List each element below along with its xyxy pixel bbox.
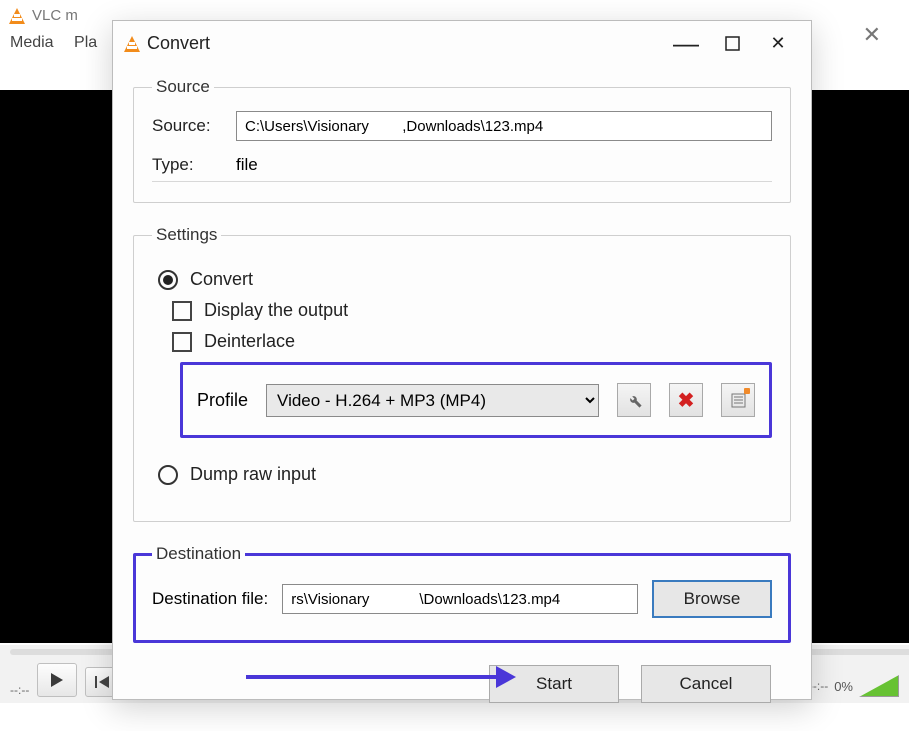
type-label: Type: (152, 155, 222, 175)
destination-legend: Destination (152, 544, 245, 564)
dump-raw-radio[interactable] (158, 465, 178, 485)
destination-input[interactable] (282, 584, 638, 614)
profile-label: Profile (197, 390, 248, 411)
convert-radio-row[interactable]: Convert (158, 269, 772, 290)
volume-slider[interactable] (859, 675, 899, 697)
cancel-button[interactable]: Cancel (641, 665, 771, 703)
browse-button[interactable]: Browse (652, 580, 772, 618)
source-legend: Source (152, 77, 214, 97)
maximize-icon (725, 36, 740, 51)
destination-label: Destination file: (152, 589, 268, 609)
menu-playback[interactable]: Pla (74, 34, 97, 51)
wrench-icon (626, 392, 643, 409)
maximize-button[interactable] (709, 26, 755, 60)
list-icon (731, 393, 746, 408)
menu-media[interactable]: Media (10, 34, 54, 51)
volume-area: --:-- 0% (809, 675, 899, 697)
settings-legend: Settings (152, 225, 221, 245)
convert-dialog: Convert — ✕ Source Source: Type: file Se… (112, 20, 812, 700)
dump-raw-label: Dump raw input (190, 464, 316, 485)
dialog-title: Convert (147, 33, 210, 54)
vlc-cone-icon (8, 6, 26, 24)
main-close-icon[interactable]: ✕ (863, 22, 881, 48)
volume-percent: 0% (834, 679, 853, 694)
display-output-row[interactable]: Display the output (172, 300, 772, 321)
main-title: VLC m (32, 7, 78, 24)
type-value: file (236, 155, 258, 175)
display-output-label: Display the output (204, 300, 348, 321)
edit-profile-button[interactable] (617, 383, 651, 417)
deinterlace-row[interactable]: Deinterlace (172, 331, 772, 352)
time-elapsed: --:-- (10, 683, 29, 697)
source-label: Source: (152, 116, 222, 136)
deinterlace-label: Deinterlace (204, 331, 295, 352)
convert-radio[interactable] (158, 270, 178, 290)
profile-row: Profile Video - H.264 + MP3 (MP4) ✖ (180, 362, 772, 438)
dump-raw-row[interactable]: Dump raw input (158, 464, 772, 485)
dialog-titlebar[interactable]: Convert — ✕ (113, 21, 811, 65)
source-group: Source Source: Type: file (133, 77, 791, 203)
delete-profile-button[interactable]: ✖ (669, 383, 703, 417)
annotation-arrow (246, 666, 516, 688)
profile-select[interactable]: Video - H.264 + MP3 (MP4) (266, 384, 599, 417)
display-output-checkbox[interactable] (172, 301, 192, 321)
destination-group: Destination Destination file: Browse (133, 544, 791, 643)
settings-group: Settings Convert Display the output Dein… (133, 225, 791, 522)
minimize-button[interactable]: — (663, 26, 709, 60)
vlc-cone-icon (123, 34, 141, 52)
play-button[interactable] (37, 663, 77, 697)
source-input[interactable] (236, 111, 772, 141)
deinterlace-checkbox[interactable] (172, 332, 192, 352)
x-icon: ✖ (678, 388, 695, 413)
new-profile-button[interactable] (721, 383, 755, 417)
close-button[interactable]: ✕ (755, 26, 801, 60)
convert-label: Convert (190, 269, 253, 290)
